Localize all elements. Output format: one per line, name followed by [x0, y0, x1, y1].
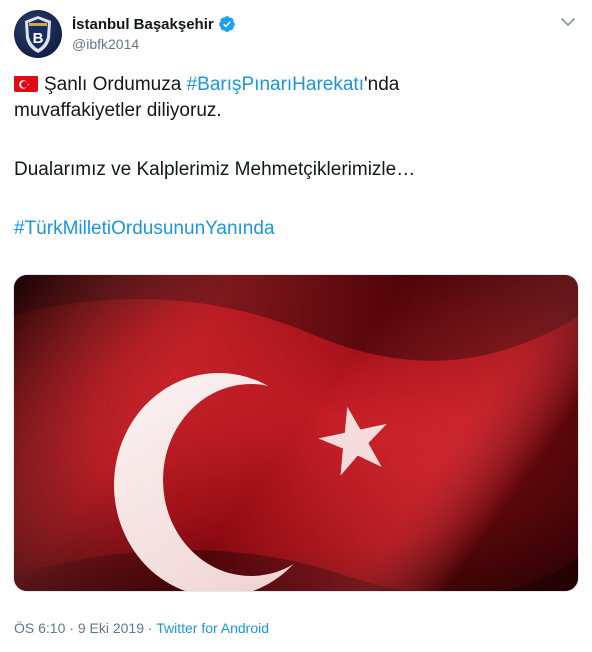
club-crest-icon: B — [25, 16, 51, 53]
meta-separator: · — [144, 620, 157, 636]
tweet-date[interactable]: 9 Eki 2019 — [78, 620, 144, 636]
chevron-down-icon[interactable] — [558, 12, 578, 32]
tweet-text: Şanlı Ordumuza #BarışPınarıHarekatı'nda … — [14, 72, 574, 242]
tweet-line-1-suffix: 'nda — [364, 74, 400, 95]
hashtag-turkmilletiordusununyaninda[interactable]: #TürkMilletiOrdusununYanında — [14, 218, 275, 239]
tweet-line-2: muvaffakiyetler diliyoruz. — [14, 100, 222, 121]
tweet-line-1: Şanlı Ordumuza #BarışPınarıHarekatı'nda — [14, 72, 574, 98]
author-name-row: İstanbul Başakşehir — [72, 14, 236, 34]
turkey-flag-emoji-icon — [14, 75, 38, 92]
tweet-media-image[interactable] — [13, 274, 579, 592]
meta-separator: · — [65, 620, 78, 636]
turkish-flag-image — [14, 275, 578, 591]
avatar[interactable]: B — [14, 10, 62, 58]
tweet-source-link[interactable]: Twitter for Android — [156, 620, 269, 636]
hashtag-barispinariharekati[interactable]: #BarışPınarıHarekatı — [187, 74, 364, 95]
author-handle[interactable]: @ibfk2014 — [72, 36, 139, 52]
author-display-name[interactable]: İstanbul Başakşehir — [72, 16, 214, 33]
tweet-line-1-prefix: Şanlı Ordumuza — [44, 74, 187, 95]
tweet-meta: ÖS 6:10 · 9 Eki 2019 · Twitter for Andro… — [14, 620, 269, 636]
verified-badge-icon — [218, 16, 235, 32]
tweet-header: B İstanbul Başakşehir @ibfk2014 — [14, 10, 582, 60]
avatar-letter: B — [33, 30, 44, 47]
tweet-time[interactable]: ÖS 6:10 — [14, 620, 65, 636]
tweet-line-3: Dualarımız ve Kalplerimiz Mehmetçiklerim… — [14, 159, 416, 180]
